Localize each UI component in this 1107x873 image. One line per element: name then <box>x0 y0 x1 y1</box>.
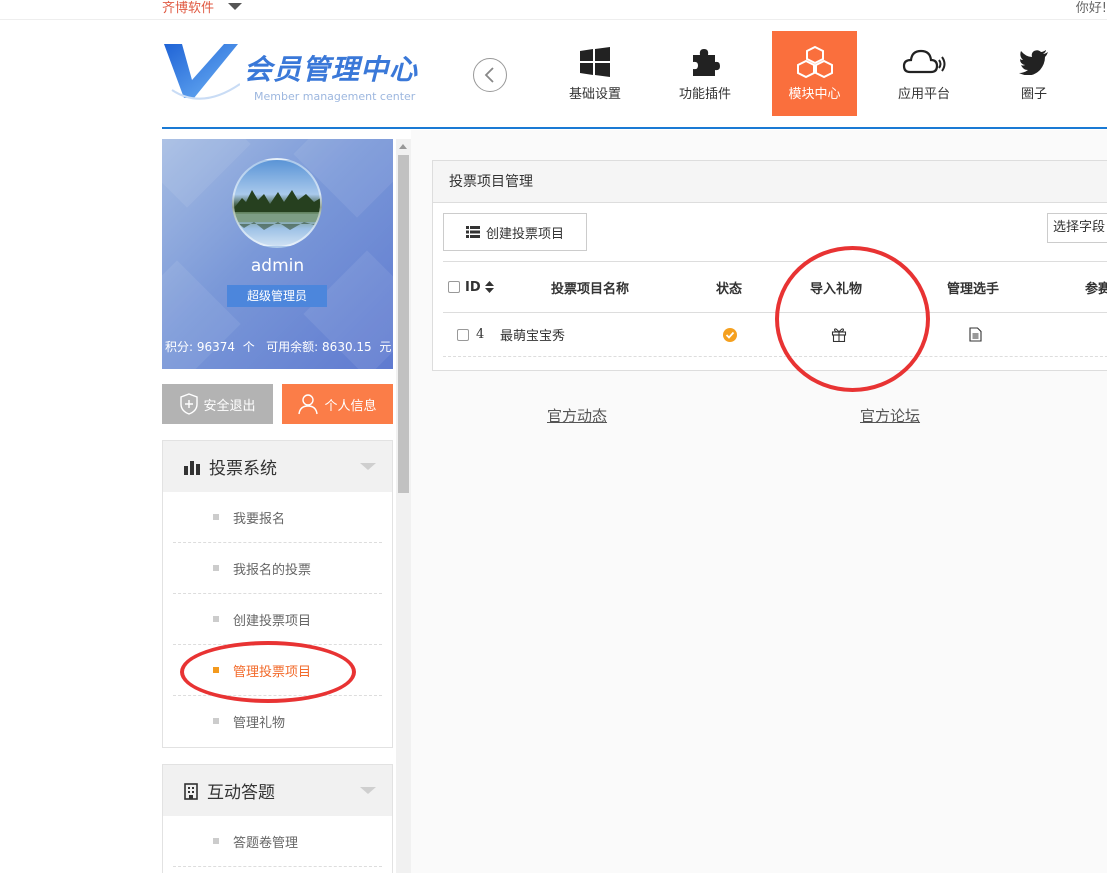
create-vote-label: 创建投票项目 <box>485 226 564 242</box>
section-title: 互动答题 <box>207 783 275 803</box>
row-checkbox-cell <box>457 313 469 356</box>
nav-label: 应用平台 <box>897 87 950 102</box>
section-title: 投票系统 <box>209 459 277 479</box>
row-name[interactable]: 最萌宝宝秀 <box>500 313 565 356</box>
nav-label: 功能插件 <box>678 87 731 102</box>
sidebar-item-manage-votes[interactable]: 管理投票项目 <box>173 645 382 696</box>
sidebar-item-quiz-manage[interactable]: 答题卷管理 <box>173 816 382 867</box>
top-nav: 基础设置 功能插件 模块中心 应用平台 圈子 <box>540 31 1089 116</box>
username: admin <box>250 256 305 276</box>
sidebar-panel-qa: 互动答题 答题卷管理 <box>162 764 393 873</box>
chevron-down-icon[interactable] <box>360 787 376 794</box>
caret-down-icon[interactable] <box>228 3 242 10</box>
sidebar-item-create-vote[interactable]: 创建投票项目 <box>173 594 382 645</box>
nav-item-plugins[interactable]: 功能插件 <box>650 31 760 116</box>
avatar-landscape-image <box>234 190 320 230</box>
sort-icon[interactable] <box>484 281 494 293</box>
building-icon <box>184 782 198 800</box>
official-news-link[interactable]: 官方动态 <box>547 405 607 426</box>
twitter-bird-icon <box>1019 50 1048 75</box>
shield-icon <box>180 393 199 415</box>
nav-label: 圈子 <box>1020 87 1047 102</box>
logo-title: 会员管理中心 <box>244 53 419 86</box>
windows-icon <box>580 47 610 77</box>
vote-management-card: 投票项目管理 创建投票项目 选择字段 ID 投票项目名称 状态 导入礼物 管理选… <box>432 160 1107 371</box>
list-icon <box>465 226 480 238</box>
logo-subtitle: Member management center <box>254 90 416 103</box>
official-forum-link[interactable]: 官方论坛 <box>860 405 920 426</box>
column-label: ID <box>465 279 481 295</box>
table-row: 4 最萌宝宝秀 <box>443 313 1107 357</box>
column-id[interactable]: ID <box>448 262 494 312</box>
puzzle-icon <box>693 49 720 76</box>
sidebar-item-label: 管理投票项目 <box>233 664 312 680</box>
greeting: 你好! <box>1075 1 1107 16</box>
sidebar-item-signup[interactable]: 我要报名 <box>173 492 382 543</box>
logo: 会员管理中心 Member management center <box>162 40 427 106</box>
nav-item-circle[interactable]: 圈子 <box>979 31 1089 116</box>
check-circle-icon[interactable] <box>723 327 737 342</box>
nav-label: 模块中心 <box>788 87 841 102</box>
manage-players-cell <box>969 313 982 356</box>
column-name: 投票项目名称 <box>551 281 630 297</box>
sidebar-scrollbar[interactable] <box>396 139 411 873</box>
header-divider <box>162 127 1107 129</box>
import-gift-cell <box>831 313 847 356</box>
user-icon <box>298 394 319 415</box>
chevron-left-icon <box>484 67 494 83</box>
column-status: 状态 <box>716 281 743 297</box>
personal-info-button[interactable]: 个人信息 <box>282 384 393 424</box>
sidebar-section-vote[interactable]: 投票系统 <box>163 441 392 492</box>
document-icon[interactable] <box>969 327 982 342</box>
avatar[interactable] <box>232 158 322 248</box>
row-id: 4 <box>476 327 485 342</box>
logout-label: 安全退出 <box>203 398 256 414</box>
column-manage-players: 管理选手 <box>947 281 1000 297</box>
logout-button[interactable]: 安全退出 <box>162 384 273 424</box>
sidebar-item-manage-gifts[interactable]: 管理礼物 <box>173 696 382 747</box>
field-select[interactable]: 选择字段 <box>1047 213 1107 243</box>
sidebar-item-label: 我要报名 <box>233 511 286 527</box>
v-logo-icon <box>164 44 240 100</box>
sidebar-section-qa[interactable]: 互动答题 <box>163 765 392 816</box>
nav-item-module-center[interactable]: 模块中心 <box>772 31 857 116</box>
sidebar-panel-vote: 投票系统 我要报名 我报名的投票 创建投票项目 管理投票项目 管理礼物 <box>162 440 393 748</box>
gift-icon[interactable] <box>831 327 847 342</box>
sidebar-item-label: 创建投票项目 <box>233 613 312 629</box>
sidebar-item-label: 我报名的投票 <box>233 562 312 578</box>
cubes-icon <box>796 45 833 79</box>
scroll-up-icon[interactable] <box>399 144 407 149</box>
select-all-checkbox[interactable] <box>448 281 460 293</box>
personal-info-label: 个人信息 <box>324 398 377 414</box>
points-balance: 积分: 96374 个 可用余额: 8630.15 元 <box>165 340 392 354</box>
sidebar-item-label: 管理礼物 <box>233 716 286 731</box>
column-import-gift: 导入礼物 <box>810 281 863 297</box>
create-vote-button[interactable]: 创建投票项目 <box>443 213 587 251</box>
nav-back-button[interactable] <box>473 58 507 92</box>
role-badge: 超级管理员 <box>227 285 327 307</box>
card-title: 投票项目管理 <box>433 161 1107 203</box>
scrollbar-thumb[interactable] <box>398 155 409 493</box>
column-participants: 参赛 <box>1085 281 1107 297</box>
bar-chart-icon <box>184 460 200 475</box>
table-header: ID 投票项目名称 状态 导入礼物 管理选手 参赛 <box>443 261 1107 313</box>
top-bar: 齐博软件 你好! <box>0 0 1107 20</box>
nav-label: 基础设置 <box>568 87 621 102</box>
cloud-icon <box>902 49 946 74</box>
sidebar-item-my-votes[interactable]: 我报名的投票 <box>173 543 382 594</box>
nav-item-app-platform[interactable]: 应用平台 <box>869 31 979 116</box>
chevron-down-icon[interactable] <box>360 463 376 470</box>
profile-card: admin 超级管理员 积分: 96374 个 可用余额: 8630.15 元 <box>162 139 393 369</box>
nav-item-basic-settings[interactable]: 基础设置 <box>540 31 650 116</box>
row-checkbox[interactable] <box>457 328 469 341</box>
sidebar-item-label: 答题卷管理 <box>233 835 299 851</box>
brand-link[interactable]: 齐博软件 <box>162 0 214 16</box>
status-cell <box>723 313 737 356</box>
